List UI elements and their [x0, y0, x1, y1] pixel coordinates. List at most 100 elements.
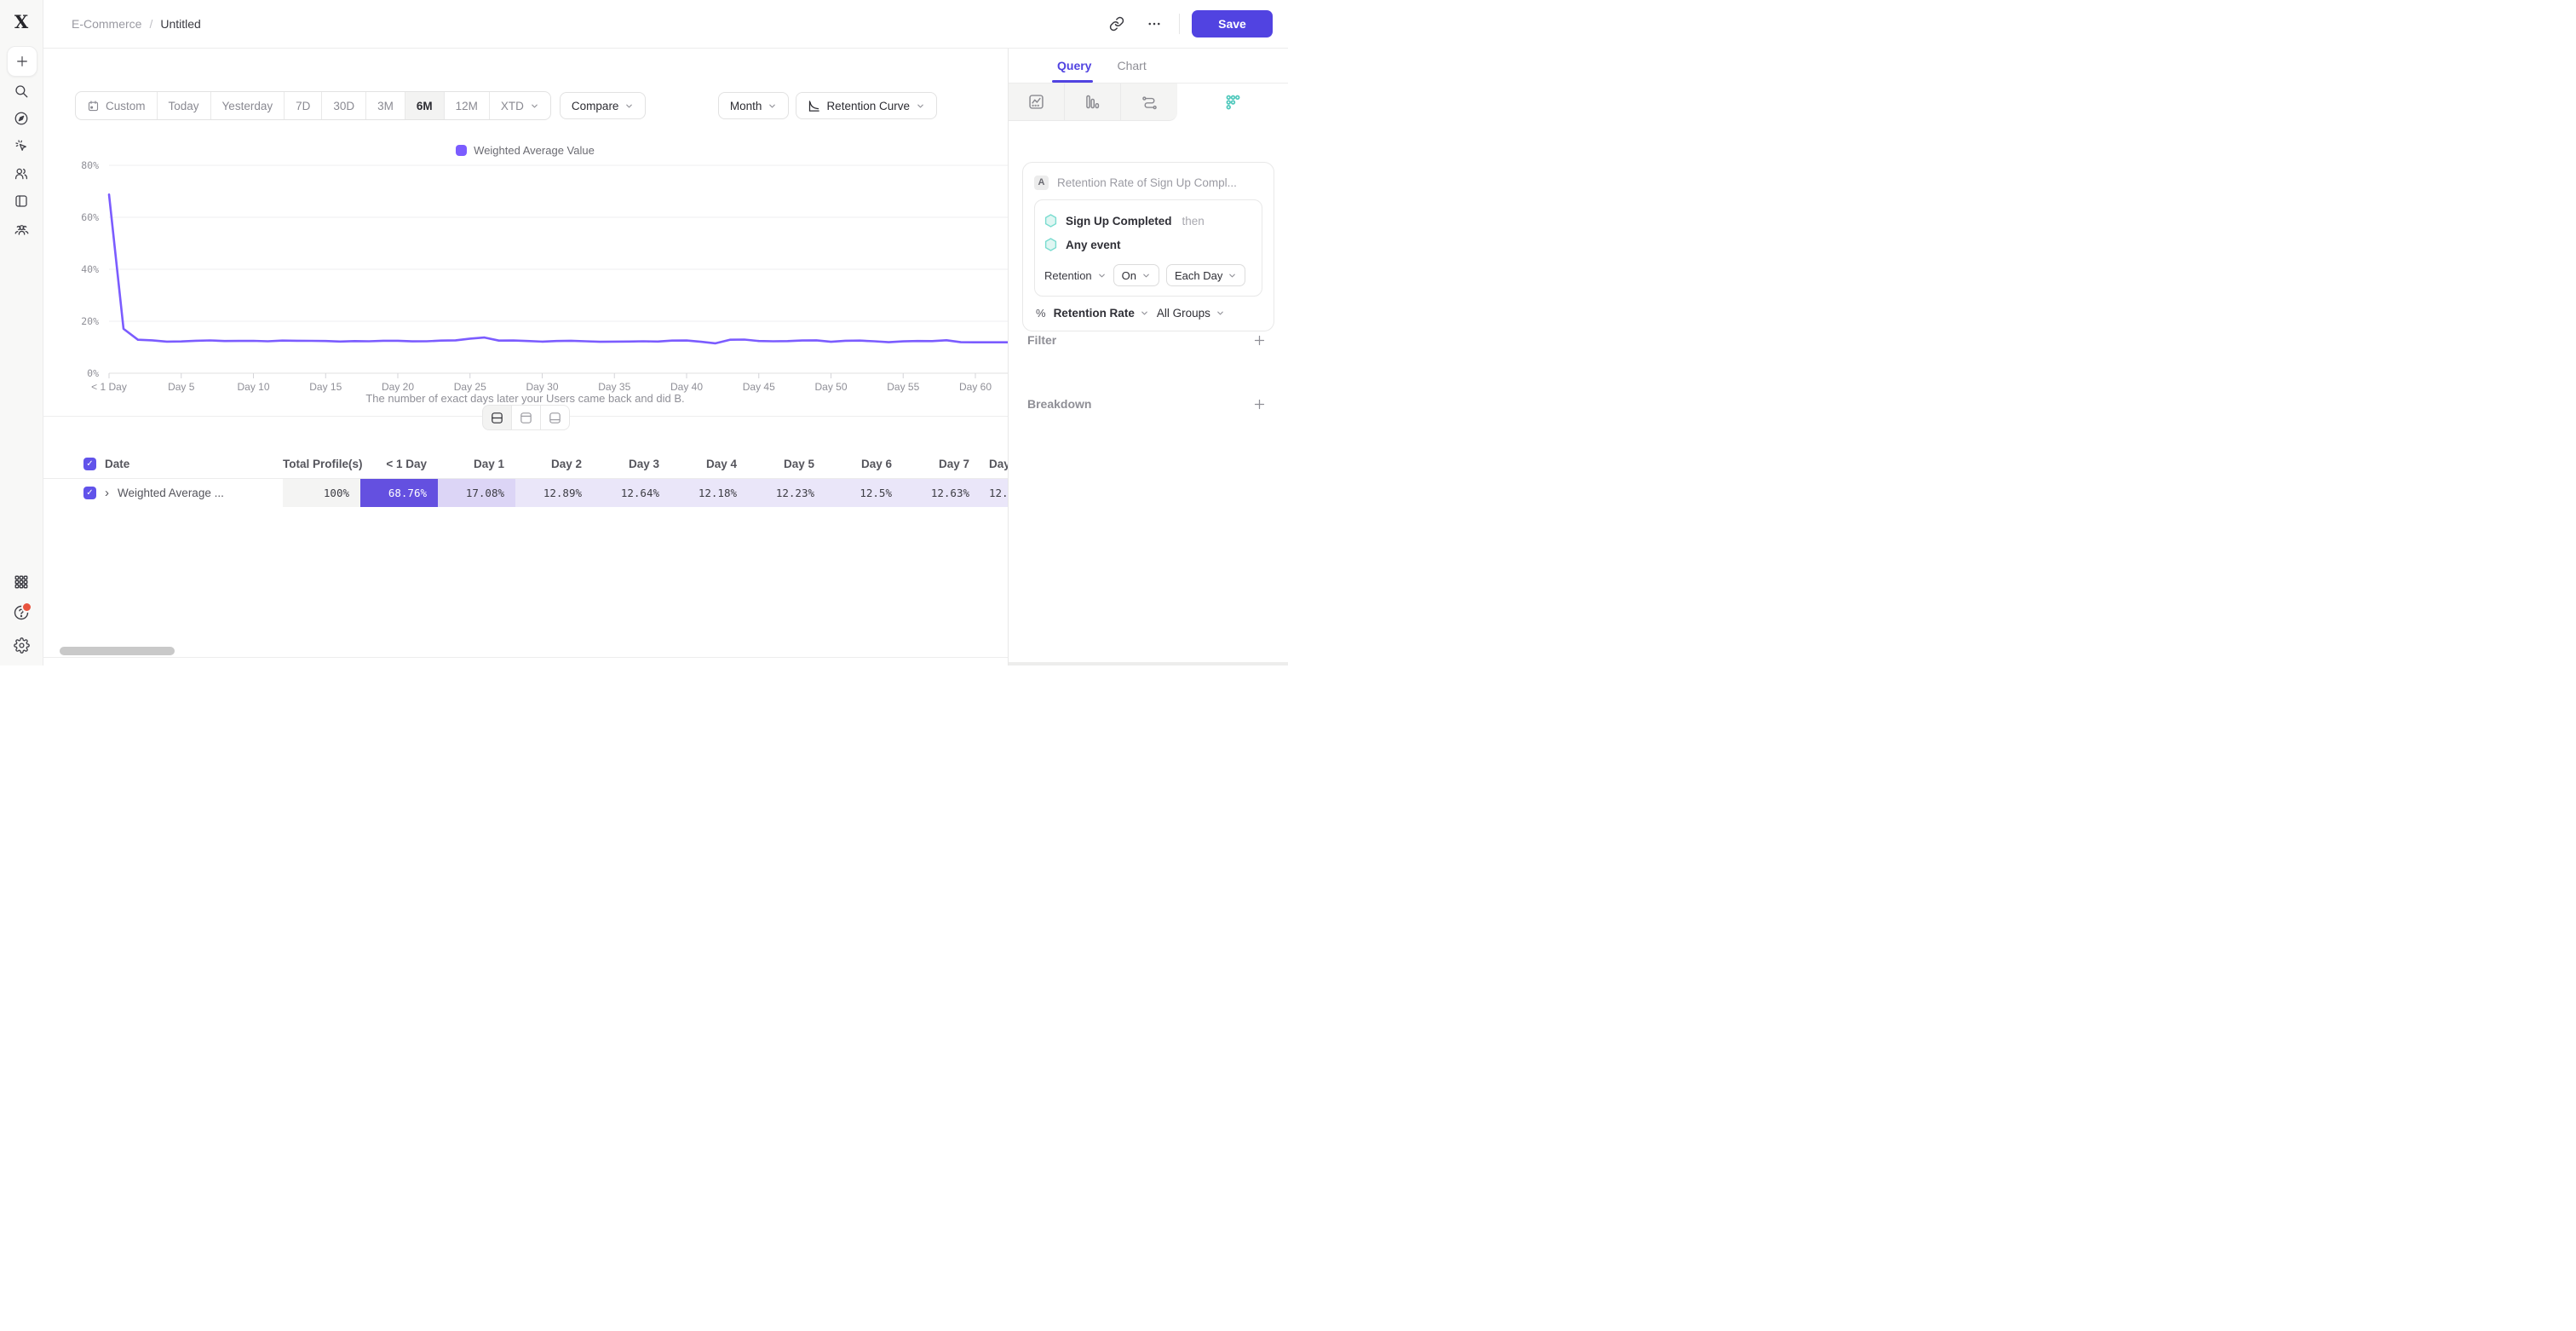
event-step-2[interactable]: Any event	[1044, 233, 1252, 256]
column-header[interactable]: Day 4	[670, 458, 748, 470]
chart-type-label: Retention Curve	[826, 100, 910, 112]
column-header[interactable]: Day 6	[825, 458, 903, 470]
date-range-12m[interactable]: 12M	[445, 92, 490, 119]
tab-query[interactable]: Query	[1057, 59, 1091, 72]
interval-label: Each Day	[1175, 269, 1222, 282]
sidebar-item-settings[interactable]	[7, 631, 36, 660]
sidebar-item-events[interactable]	[7, 131, 36, 160]
x-axis-label: < 1 Day	[91, 381, 127, 393]
report-type-flows[interactable]	[1121, 84, 1177, 121]
chevron-down-icon	[1097, 271, 1107, 280]
more-menu-button[interactable]	[1141, 11, 1167, 37]
interval-dropdown[interactable]: Each Day	[1166, 264, 1245, 286]
sidebar-item-boards[interactable]	[7, 187, 36, 216]
layout-chart-only-button[interactable]	[511, 405, 541, 430]
copy-link-button[interactable]	[1104, 11, 1130, 37]
column-header[interactable]: < 1 Day	[360, 458, 438, 470]
x-axis-label: Day 30	[526, 381, 558, 393]
report-type-retention[interactable]	[1177, 84, 1288, 121]
range-label: Custom	[106, 100, 146, 112]
report-type-selector	[1009, 84, 1288, 121]
ellipsis-icon	[1147, 16, 1162, 32]
sidebar-item-help[interactable]	[7, 598, 36, 627]
tab-chart[interactable]: Chart	[1117, 59, 1146, 72]
date-range-3m[interactable]: 3M	[366, 92, 405, 119]
split-view-icon	[490, 411, 504, 425]
link-icon	[1109, 16, 1124, 32]
chart-type-dropdown[interactable]: Retention Curve	[796, 92, 937, 119]
on-dropdown[interactable]: On	[1113, 264, 1159, 286]
plus-icon	[15, 55, 29, 68]
column-header[interactable]: Day 2	[515, 458, 593, 470]
chevron-down-icon	[916, 101, 925, 111]
top-bar-actions: Save	[1104, 10, 1273, 37]
granularity-dropdown[interactable]: Month	[718, 92, 790, 119]
range-label: 3M	[377, 100, 394, 112]
save-button[interactable]: Save	[1192, 10, 1273, 37]
layout-split-view-button[interactable]	[482, 405, 512, 430]
chart-caption: The number of exact days later your User…	[43, 392, 1008, 405]
range-label: XTD	[501, 100, 524, 112]
legend-swatch	[456, 145, 467, 156]
column-header[interactable]: Day 7	[903, 458, 980, 470]
row-expander-chevron[interactable]: ›	[105, 487, 109, 499]
measure-dropdown[interactable]: Retention Rate	[1054, 307, 1149, 320]
sidebar-item-discover[interactable]	[7, 104, 36, 133]
row-checkbox[interactable]: ✓	[83, 487, 96, 499]
sidebar-item-cohorts[interactable]	[7, 215, 36, 244]
top-panel-icon	[519, 411, 533, 425]
create-button[interactable]	[7, 46, 37, 77]
event1-suffix: then	[1182, 215, 1205, 228]
date-range-6m[interactable]: 6M	[405, 92, 445, 119]
breadcrumb-report-title[interactable]: Untitled	[160, 17, 200, 31]
date-range-yesterday[interactable]: Yesterday	[211, 92, 285, 119]
add-breakdown-button[interactable]	[1253, 398, 1266, 411]
layout-table-only-button[interactable]	[540, 405, 570, 430]
retention-value-cell: 100%	[283, 479, 360, 507]
retention-type-dropdown[interactable]: Retention	[1044, 269, 1107, 282]
x-axis-label: Day 15	[309, 381, 342, 393]
date-range-custom[interactable]: Custom	[76, 92, 158, 119]
sidebar-item-apps[interactable]	[7, 568, 36, 596]
horizontal-scrollbar-thumb[interactable]	[60, 647, 175, 655]
groups-label: All Groups	[1157, 307, 1210, 320]
query-title-input[interactable]: Retention Rate of Sign Up Compl...	[1057, 176, 1237, 189]
y-axis-label: 40%	[81, 263, 99, 275]
sidebar-item-users[interactable]	[7, 159, 36, 188]
groups-dropdown[interactable]: All Groups	[1157, 307, 1225, 320]
breakdown-label: Breakdown	[1027, 397, 1091, 411]
x-axis-label: Day 10	[237, 381, 269, 393]
x-axis-label: Day 25	[454, 381, 486, 393]
column-header[interactable]: Day 5	[748, 458, 825, 470]
breadcrumb-project[interactable]: E-Commerce	[72, 17, 141, 31]
date-range-30d[interactable]: 30D	[322, 92, 366, 119]
date-range-xtd[interactable]: XTD	[490, 92, 550, 119]
report-type-funnels[interactable]	[1065, 84, 1121, 121]
query-panel: Query Chart A Retention Rate of Sign Up …	[1008, 49, 1288, 666]
event-step-1[interactable]: Sign Up Completed then	[1044, 209, 1252, 233]
date-toolbar: Custom TodayYesterday7D30D 3M 6M 12M XTD Comp…	[75, 91, 937, 120]
column-header[interactable]: Day 8	[980, 458, 1008, 470]
y-axis-label: 0%	[87, 367, 99, 379]
add-filter-button[interactable]	[1253, 334, 1266, 347]
sidebar-item-search[interactable]	[7, 77, 36, 106]
bottom-panel-icon	[548, 411, 562, 425]
compare-button[interactable]: Compare	[560, 92, 647, 119]
measure-label: Retention Rate	[1054, 307, 1135, 320]
row-label: Weighted Average ...	[118, 487, 224, 499]
date-range-today[interactable]: Today	[158, 92, 211, 119]
chevron-down-icon	[1216, 308, 1225, 318]
column-header[interactable]: Day 1	[438, 458, 515, 470]
granularity-label: Month	[730, 100, 762, 112]
select-all-checkbox[interactable]: ✓	[83, 458, 96, 470]
mixpanel-logo-icon[interactable]: X	[0, 11, 43, 32]
range-label: 6M	[417, 100, 433, 112]
x-axis-label: Day 55	[887, 381, 919, 393]
date-range-7d[interactable]: 7D	[285, 92, 322, 119]
column-header[interactable]: Day 3	[593, 458, 670, 470]
panel-tabs: Query Chart	[1009, 49, 1288, 84]
report-type-insights[interactable]	[1009, 84, 1065, 121]
insights-icon	[1027, 93, 1045, 111]
date-column-header: Date	[105, 458, 129, 470]
column-header[interactable]: Total Profile(s)	[283, 458, 360, 470]
